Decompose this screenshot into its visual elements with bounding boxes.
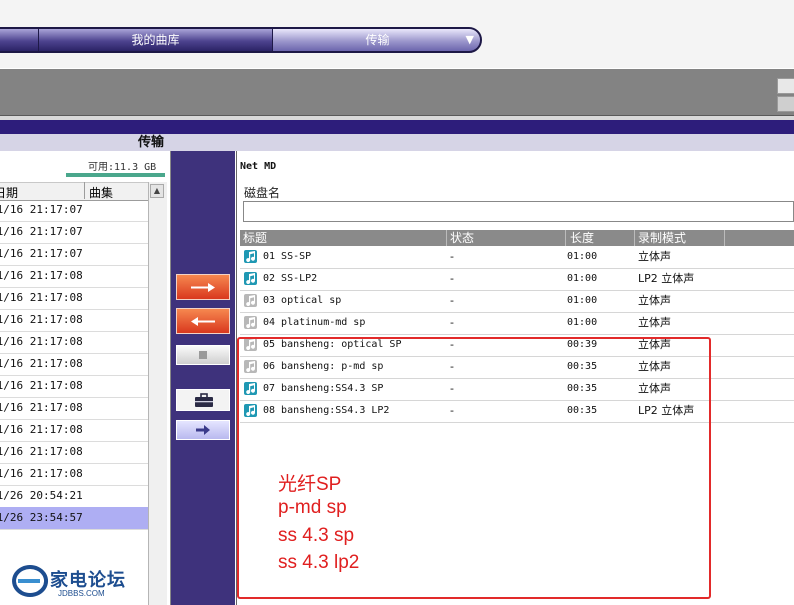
main-nav-bar: 我的曲库 传输 ▼ — [0, 27, 482, 53]
stop-button[interactable] — [176, 345, 230, 365]
scroll-up-arrow-icon[interactable]: ▲ — [150, 184, 164, 198]
triangle-down-icon[interactable]: ▼ — [466, 29, 474, 51]
toolbar-button[interactable] — [777, 96, 794, 112]
track-mode: LP2 立体声 — [638, 272, 695, 285]
track-row[interactable]: 03 optical sp - 01:00 立体声 — [240, 290, 794, 313]
track-length: 01:00 — [567, 317, 598, 328]
toolbar — [0, 69, 794, 116]
library-row-date: 11/16 21:17:07 — [0, 203, 83, 216]
annotation-line: ss 4.3 sp — [278, 525, 355, 546]
stop-icon — [199, 351, 207, 359]
library-row-date: 11/26 20:54:21 — [0, 489, 83, 502]
library-row-date: 11/16 21:17:08 — [0, 467, 83, 480]
library-row[interactable]: 11/16 21:17:07 — [0, 221, 148, 244]
library-row-date: 11/16 21:17:08 — [0, 379, 83, 392]
music-note-icon — [244, 250, 257, 263]
column-header-mode[interactable]: 录制模式 — [638, 230, 686, 246]
track-status: - — [450, 272, 454, 285]
available-space: 可用:11.3 GB — [88, 162, 157, 173]
watermark-logo-icon — [12, 565, 49, 597]
window-title-bar — [0, 120, 794, 135]
track-mode: 立体声 — [638, 294, 671, 307]
disc-name-label: 磁盘名 — [244, 186, 281, 200]
column-separator[interactable] — [446, 230, 447, 246]
annotation-line: p-md sp — [278, 497, 347, 518]
device-name: Net MD — [240, 161, 277, 172]
library-scrollbar[interactable] — [148, 182, 167, 605]
music-note-icon — [244, 272, 257, 285]
library-row[interactable]: 11/16 21:17:08 — [0, 287, 148, 310]
tab-my-library[interactable]: 我的曲库 — [39, 29, 272, 51]
track-row[interactable]: 04 platinum-md sp - 01:00 立体声 — [240, 312, 794, 335]
track-length: 01:00 — [567, 273, 598, 284]
section-heading: 传输 — [0, 134, 794, 151]
track-status: - — [450, 294, 454, 307]
arrow-right-icon — [191, 283, 215, 292]
arrow-right-icon — [196, 425, 210, 435]
track-table-header: 标题 状态 长度 录制模式 — [240, 230, 794, 246]
column-separator[interactable] — [565, 230, 566, 246]
column-header-title[interactable]: 标题 — [243, 230, 267, 246]
library-row[interactable]: 11/16 21:17:07 — [0, 199, 148, 222]
annotation-line: ss 4.3 lp2 — [278, 552, 360, 573]
section-title: 传输 — [138, 135, 165, 150]
arrow-left-icon — [191, 317, 215, 326]
library-row[interactable]: 11/26 23:54:57 — [0, 507, 148, 530]
watermark-subtext: JDBBS.COM — [58, 589, 105, 598]
briefcase-icon — [195, 393, 213, 407]
library-row[interactable]: 11/26 20:54:21 — [0, 485, 148, 508]
library-row[interactable]: 11/16 21:17:08 — [0, 353, 148, 376]
tab-transfer-label: 传输 — [365, 33, 390, 47]
track-title: 04 platinum-md sp — [263, 317, 366, 328]
track-title: 02 SS-LP2 — [263, 273, 318, 284]
library-row-date: 11/16 21:17:08 — [0, 269, 83, 282]
annotation-line: 光纤SP — [278, 474, 342, 495]
disc-name-input[interactable] — [243, 201, 794, 222]
column-separator[interactable] — [724, 230, 725, 246]
track-status: - — [450, 250, 454, 263]
track-title: 03 optical sp — [263, 295, 342, 306]
toolbox-button[interactable] — [176, 389, 230, 411]
library-row[interactable]: 11/16 21:17:08 — [0, 309, 148, 332]
toolbar-button[interactable] — [777, 78, 794, 94]
track-length: 01:00 — [567, 295, 598, 306]
library-row[interactable]: 11/16 21:17:08 — [0, 375, 148, 398]
library-row[interactable]: 11/16 21:17:07 — [0, 243, 148, 266]
track-length: 01:00 — [567, 251, 598, 262]
library-row-date: 11/16 21:17:08 — [0, 291, 83, 304]
library-row-date: 11/16 21:17:08 — [0, 313, 83, 326]
library-row-date: 11/16 21:17:08 — [0, 401, 83, 414]
track-status: - — [450, 316, 454, 329]
library-row[interactable]: 11/16 21:17:08 — [0, 441, 148, 464]
transfer-controls — [171, 151, 235, 605]
track-row[interactable]: 02 SS-LP2 - 01:00 LP2 立体声 — [240, 268, 794, 291]
library-row-date: 11/26 23:54:57 — [0, 511, 83, 524]
track-mode: 立体声 — [638, 250, 671, 263]
library-row-date: 11/16 21:17:08 — [0, 357, 83, 370]
music-note-icon — [244, 294, 257, 307]
column-separator[interactable] — [634, 230, 635, 246]
tab-transfer[interactable]: 传输 ▼ — [273, 29, 480, 51]
library-row[interactable]: 11/16 21:17:08 — [0, 463, 148, 486]
library-row-date: 11/16 21:17:07 — [0, 247, 83, 260]
library-row-date: 11/16 21:17:08 — [0, 445, 83, 458]
column-header-status[interactable]: 状态 — [450, 230, 474, 246]
column-separator[interactable] — [84, 182, 85, 199]
transfer-to-device-button[interactable] — [176, 274, 230, 300]
library-row[interactable]: 11/16 21:17:08 — [0, 419, 148, 442]
column-header-length[interactable]: 长度 — [570, 230, 594, 246]
library-row[interactable]: 11/16 21:17:08 — [0, 397, 148, 420]
library-row[interactable]: 11/16 21:17:08 — [0, 265, 148, 288]
library-row-date: 11/16 21:17:07 — [0, 225, 83, 238]
track-title: 01 SS-SP — [263, 251, 312, 262]
track-mode: 立体声 — [638, 316, 671, 329]
transfer-to-library-button[interactable] — [176, 308, 230, 334]
available-space-bar — [66, 173, 165, 177]
library-row[interactable]: 11/16 21:17:08 — [0, 331, 148, 354]
library-row-date: 11/16 21:17:08 — [0, 335, 83, 348]
next-button[interactable] — [176, 420, 230, 440]
library-row-date: 11/16 21:17:08 — [0, 423, 83, 436]
track-row[interactable]: 01 SS-SP - 01:00 立体声 — [240, 246, 794, 269]
music-note-icon — [244, 316, 257, 329]
